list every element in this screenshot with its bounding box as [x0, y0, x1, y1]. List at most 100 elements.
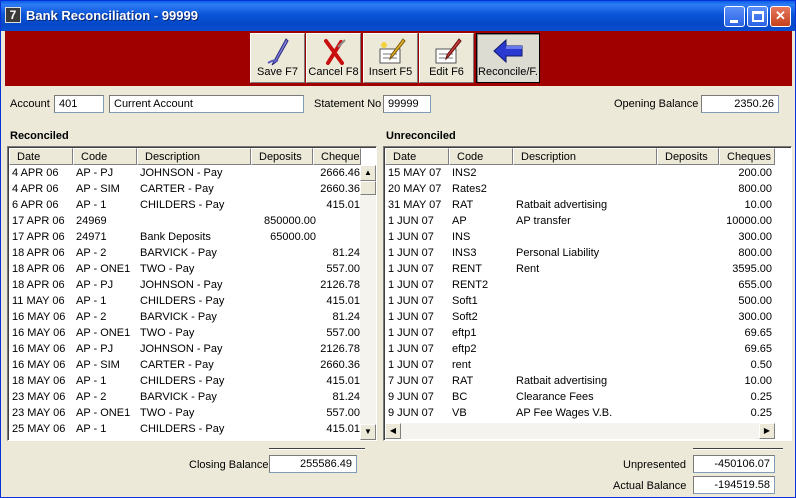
table-row[interactable]: 1 JUN 07 eftp2 69.65 — [385, 341, 775, 357]
minimize-button[interactable] — [724, 6, 745, 27]
scroll-left-button[interactable]: ◀ — [385, 423, 401, 439]
table-row[interactable]: 1 JUN 07 RENT Rent 3595.00 — [385, 261, 775, 277]
account-code-field[interactable]: 401 — [54, 95, 104, 113]
insert-button[interactable]: Insert F5 — [363, 33, 418, 83]
reconcile-button[interactable]: Reconcile/F. — [476, 33, 540, 83]
reconciled-vertical-scrollbar[interactable]: ▲ ▼ — [360, 165, 376, 440]
cell-deposits — [657, 357, 719, 373]
col-description[interactable]: Description — [513, 148, 657, 165]
cell-cheques: 415.01 — [326, 423, 360, 435]
cell-deposits — [251, 181, 319, 197]
table-row[interactable]: 16 MAY 06 AP - SIM CARTER - Pay 2660.36 — [9, 357, 363, 373]
scroll-down-button[interactable]: ▼ — [360, 424, 376, 440]
cell-cheques: 557.00 — [326, 407, 360, 419]
table-row[interactable]: 7 JUN 07 RAT Ratbait advertising 10.00 — [385, 373, 775, 389]
cell-description — [513, 277, 657, 293]
cell-cheques: 415.01 — [326, 295, 360, 307]
table-row[interactable]: 1 JUN 07 Soft2 300.00 — [385, 309, 775, 325]
col-cheques[interactable]: Cheques — [719, 148, 775, 165]
cell-description: Clearance Fees — [516, 391, 594, 403]
col-deposits[interactable]: Deposits — [657, 148, 719, 165]
cell-date: 9 JUN 07 — [388, 391, 434, 403]
table-row[interactable]: 1 JUN 07 AP AP transfer 10000.00 — [385, 213, 775, 229]
cell-deposits — [657, 341, 719, 357]
cell-date: 18 APR 06 — [12, 263, 65, 275]
table-row[interactable]: 6 APR 06 AP - 1 CHILDERS - Pay 415.01 — [9, 197, 363, 213]
col-date[interactable]: Date — [9, 148, 73, 165]
table-row[interactable]: 18 APR 06 AP - PJ JOHNSON - Pay 2126.78 — [9, 277, 363, 293]
app-icon[interactable]: 7 — [5, 7, 21, 23]
cell-date: 15 MAY 07 — [388, 167, 442, 179]
title-bar[interactable]: 7 Bank Reconciliation - 99999 ✕ — [1, 1, 795, 31]
cell-date: 1 JUN 07 — [388, 231, 434, 243]
insert-record-icon — [379, 38, 406, 64]
reconcile-label: Reconcile/F. — [478, 66, 538, 78]
cancel-button[interactable]: Cancel F8 — [306, 33, 361, 83]
unpresented-field[interactable]: -450106.07 — [693, 455, 775, 473]
cell-cheques: 415.01 — [326, 375, 360, 387]
col-deposits[interactable]: Deposits — [251, 148, 313, 165]
table-row[interactable]: 16 MAY 06 AP - PJ JOHNSON - Pay 2126.78 — [9, 341, 363, 357]
table-row[interactable]: 1 JUN 07 Soft1 500.00 — [385, 293, 775, 309]
table-row[interactable]: 9 JUN 07 VB AP Fee Wages V.B. 0.25 — [385, 405, 775, 421]
cell-description: Ratbait advertising — [516, 199, 608, 211]
edit-button[interactable]: Edit F6 — [419, 33, 474, 83]
reconciled-grid[interactable]: Date Code Description Deposits Cheques 4… — [7, 146, 377, 441]
table-row[interactable]: 9 JUN 07 BC Clearance Fees 0.25 — [385, 389, 775, 405]
cell-deposits — [657, 245, 719, 261]
table-row[interactable]: 31 MAY 07 RAT Ratbait advertising 10.00 — [385, 197, 775, 213]
maximize-button[interactable] — [747, 6, 768, 27]
cell-date: 1 JUN 07 — [388, 327, 434, 339]
closing-balance-field[interactable]: 255586.49 — [269, 455, 357, 473]
table-row[interactable]: 15 MAY 07 INS2 200.00 — [385, 165, 775, 181]
cell-code: AP - PJ — [76, 343, 114, 355]
col-code[interactable]: Code — [449, 148, 513, 165]
table-row[interactable]: 1 JUN 07 INS3 Personal Liability 800.00 — [385, 245, 775, 261]
cell-cheques: 300.00 — [738, 231, 772, 243]
account-name-field[interactable]: Current Account — [109, 95, 304, 113]
col-cheques[interactable]: Cheques — [313, 148, 361, 165]
table-row[interactable]: 25 MAY 06 AP - 1 CHILDERS - Pay 415.01 — [9, 421, 363, 437]
table-row[interactable]: 23 MAY 06 AP - ONE1 TWO - Pay 557.00 — [9, 405, 363, 421]
table-row[interactable]: 18 APR 06 AP - ONE1 TWO - Pay 557.00 — [9, 261, 363, 277]
cell-deposits — [657, 309, 719, 325]
unreconciled-grid[interactable]: Date Code Description Deposits Cheques 1… — [383, 146, 792, 441]
table-row[interactable]: 17 APR 06 24969 850000.00 — [9, 213, 363, 229]
actual-balance-field[interactable]: -194519.58 — [693, 476, 775, 494]
cell-cheques: 10.00 — [744, 375, 772, 387]
table-row[interactable]: 18 APR 06 AP - 2 BARVICK - Pay 81.24 — [9, 245, 363, 261]
statement-no-field[interactable]: 99999 — [383, 95, 431, 113]
scroll-right-button[interactable]: ▶ — [759, 423, 775, 439]
cell-code: RENT — [452, 263, 482, 275]
bank-reconciliation-window: 7 Bank Reconciliation - 99999 ✕ Save F7 … — [0, 0, 796, 498]
cell-cheques: 81.24 — [332, 247, 360, 259]
table-row[interactable]: 16 MAY 06 AP - 2 BARVICK - Pay 81.24 — [9, 309, 363, 325]
col-date[interactable]: Date — [385, 148, 449, 165]
cell-description: CHILDERS - Pay — [140, 423, 225, 435]
col-code[interactable]: Code — [73, 148, 137, 165]
table-row[interactable]: 16 MAY 06 AP - ONE1 TWO - Pay 557.00 — [9, 325, 363, 341]
table-row[interactable]: 23 MAY 06 AP - 2 BARVICK - Pay 81.24 — [9, 389, 363, 405]
cell-description: JOHNSON - Pay — [140, 343, 223, 355]
scroll-up-button[interactable]: ▲ — [360, 165, 376, 181]
table-row[interactable]: 1 JUN 07 eftp1 69.65 — [385, 325, 775, 341]
table-row[interactable]: 4 APR 06 AP - PJ JOHNSON - Pay 2666.46 — [9, 165, 363, 181]
table-row[interactable]: 4 APR 06 AP - SIM CARTER - Pay 2660.36 — [9, 181, 363, 197]
table-row[interactable]: 1 JUN 07 rent 0.50 — [385, 357, 775, 373]
cell-deposits — [251, 261, 319, 277]
table-row[interactable]: 1 JUN 07 RENT2 655.00 — [385, 277, 775, 293]
cell-cheques: 557.00 — [326, 263, 360, 275]
opening-balance-field[interactable]: 2350.26 — [701, 95, 779, 113]
col-description[interactable]: Description — [137, 148, 251, 165]
scroll-thumb[interactable] — [360, 181, 376, 195]
table-row[interactable]: 11 MAY 06 AP - 1 CHILDERS - Pay 415.01 — [9, 293, 363, 309]
table-row[interactable]: 18 MAY 06 AP - 1 CHILDERS - Pay 415.01 — [9, 373, 363, 389]
table-row[interactable]: 17 APR 06 24971 Bank Deposits 65000.00 — [9, 229, 363, 245]
unreconciled-horizontal-scrollbar[interactable]: ◀ ▶ — [385, 423, 775, 439]
table-row[interactable]: 20 MAY 07 Rates2 800.00 — [385, 181, 775, 197]
cell-date: 18 APR 06 — [12, 279, 65, 291]
table-row[interactable]: 1 JUN 07 INS 300.00 — [385, 229, 775, 245]
close-button[interactable]: ✕ — [770, 6, 791, 27]
save-button[interactable]: Save F7 — [250, 33, 305, 83]
cell-code: Soft2 — [452, 311, 478, 323]
